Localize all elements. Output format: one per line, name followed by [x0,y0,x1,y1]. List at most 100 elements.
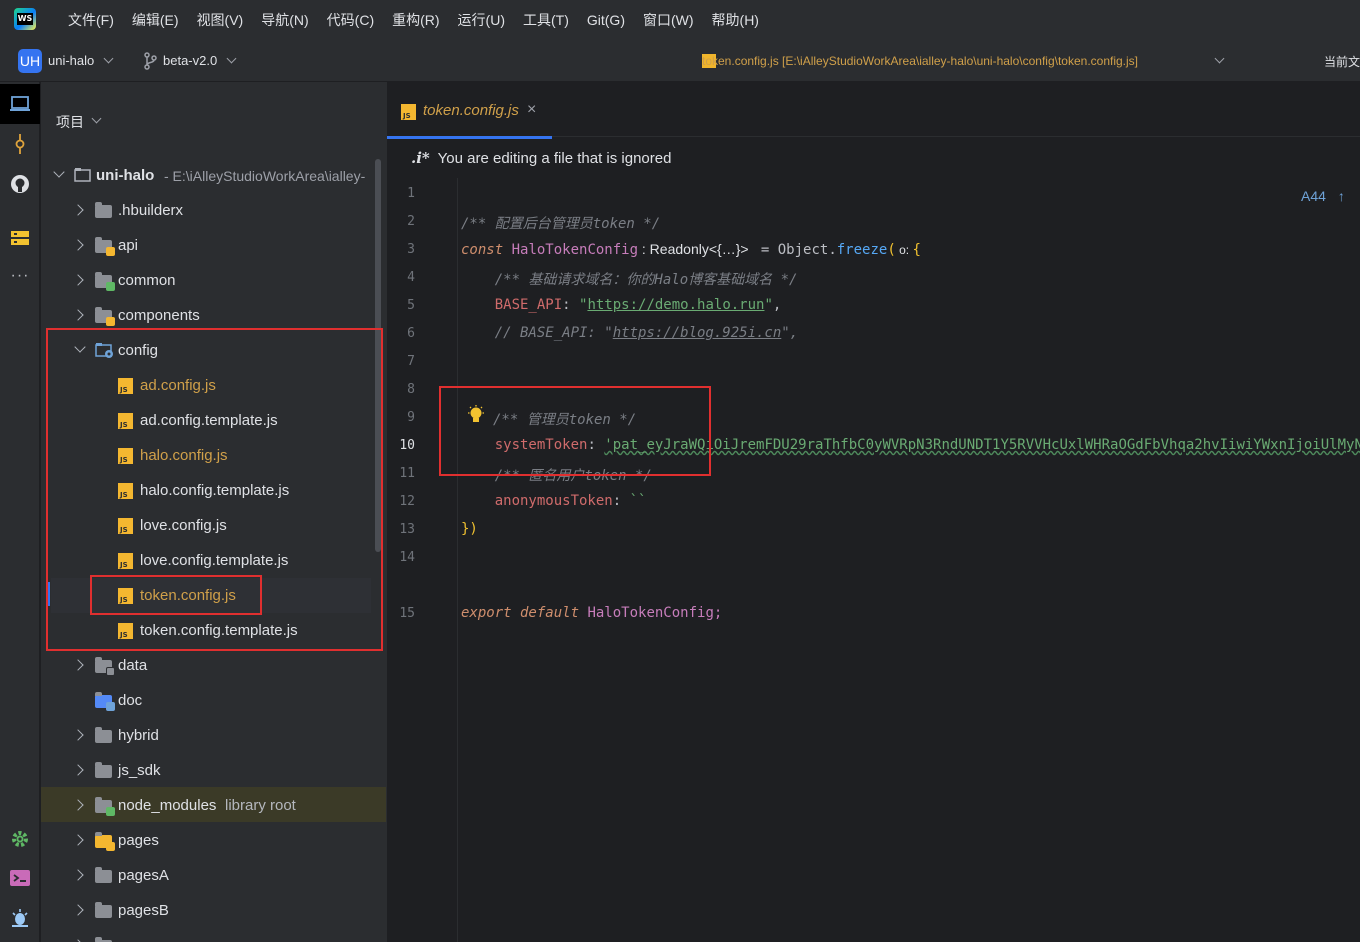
current-file-path[interactable]: token.config.js [E:\iAlleyStudioWorkArea… [702,54,1138,68]
url-link[interactable]: https://blog.925i.cn [613,325,782,341]
chevron-right-icon[interactable] [72,729,84,741]
tab-label: token.config.js [423,102,519,119]
github-icon[interactable] [8,172,32,196]
menu-window[interactable]: 窗口(W) [643,10,694,30]
chevron-right-icon[interactable] [72,799,84,811]
chevron-down-icon[interactable] [226,53,237,64]
arrow-up-icon[interactable]: ↑ [1338,188,1345,204]
problems-icon[interactable] [8,906,32,930]
colon: : [612,493,630,509]
project-tool-icon[interactable] [8,92,32,116]
commit-tool-icon[interactable] [8,132,32,156]
url-link[interactable]: https://demo.halo.run [587,297,764,313]
code-line-5: BASE_API: "https://demo.halo.run", [461,297,782,313]
line-number: 8 [407,382,415,397]
tree-label: pagesB [118,902,169,919]
folder-icon [95,657,115,676]
typo-icon: A [1301,188,1311,204]
notice-text: You are editing a file that is ignored [437,150,672,167]
inspection-widget[interactable]: A44 ↑ [1301,188,1345,204]
tree-item[interactable]: api [41,228,387,263]
folder-icon [95,867,112,883]
tree-item-library-root[interactable]: node_modules library root [41,788,387,823]
chevron-down-icon[interactable] [103,53,114,64]
menu-tools[interactable]: 工具(T) [523,10,569,30]
project-name[interactable]: uni-halo [48,53,94,68]
code-comment: // BASE_API: " [461,325,613,341]
chevron-down-icon[interactable] [1214,53,1225,64]
tree-label: node_modules [118,797,217,814]
tree-item[interactable]: js_sdk [41,753,387,788]
panel-title[interactable]: 项目 [56,112,84,132]
tabbar-divider [552,136,1360,137]
colon: : [562,297,580,313]
tree-root-uni-halo[interactable]: uni-halo - E:\iAlleyStudioWorkArea\ialle… [41,158,387,193]
settings-gear-icon[interactable] [8,827,32,851]
chevron-right-icon[interactable] [72,904,84,916]
tree-item[interactable]: common [41,263,387,298]
tree-item[interactable]: .hbuilderx [41,193,387,228]
more-tools-icon[interactable]: ··· [8,264,32,288]
tree-item[interactable]: pagesA [41,858,387,893]
chevron-down-icon[interactable] [91,113,102,124]
tree-item-partial[interactable] [41,928,387,942]
menu-run[interactable]: 运行(U) [458,10,505,30]
tree-item[interactable]: hybrid [41,718,387,753]
line-number: 14 [399,550,415,565]
folder-icon [95,902,112,918]
tree-label: js_sdk [118,762,161,779]
code-line-15: export default HaloTokenConfig; [461,605,722,621]
current-file-button[interactable]: 当前文 [1324,53,1360,70]
string-quote: " [764,297,773,313]
chevron-down-icon[interactable] [53,166,65,178]
close-icon[interactable]: × [527,101,536,119]
menu-help[interactable]: 帮助(H) [712,10,759,30]
webstorm-logo-icon[interactable] [14,8,36,30]
identifier: Object [777,242,829,258]
typo-count: 44 [1310,188,1326,204]
code-editor[interactable]: token.config.js × .i* You are editing a … [387,82,1360,942]
chevron-right-icon[interactable] [72,239,84,251]
chevron-right-icon[interactable] [72,834,84,846]
project-panel: 项目 uni-halo - E:\iAlleyStudioWorkArea\ia… [41,82,387,942]
chevron-right-icon[interactable] [72,764,84,776]
editor-tab[interactable]: token.config.js × [387,82,552,139]
menu-edit[interactable]: 编辑(E) [132,10,179,30]
menu-navigate[interactable]: 导航(N) [261,10,308,30]
services-tool-icon[interactable] [8,226,32,250]
line-number: 11 [399,466,415,481]
tree-item[interactable]: pages [41,823,387,858]
ignored-file-notice: .i* You are editing a file that is ignor… [411,149,671,167]
tree-item[interactable]: data [41,648,387,683]
chevron-right-icon[interactable] [72,869,84,881]
folder-icon [95,797,115,816]
chevron-right-icon[interactable] [72,659,84,671]
menu-code[interactable]: 代码(C) [327,10,374,30]
menu-file[interactable]: 文件(F) [68,10,114,30]
chevron-right-icon[interactable] [72,204,84,216]
code-line-12: anonymousToken: `` [461,493,647,509]
code-line-2: /** 配置后台管理员token */ [461,213,660,233]
keyword: default [511,605,580,621]
active-tab-indicator [387,136,552,139]
line-number: 3 [407,242,415,257]
main-toolbar: UH uni-halo beta-v2.0 token.config.js [E… [0,40,1360,82]
chevron-right-icon[interactable] [72,309,84,321]
terminal-icon[interactable] [8,866,32,890]
branch-name[interactable]: beta-v2.0 [163,53,217,68]
menu-git[interactable]: Git(G) [587,12,625,28]
tree-item[interactable]: doc [41,683,387,718]
menu-refactor[interactable]: 重构(R) [392,10,439,30]
git-branch-icon[interactable] [143,52,157,70]
type-hint: : Readonly<{…}> [638,241,753,257]
ignored-file-icon: .i* [411,149,430,167]
menu-bar: 文件(F) 编辑(E) 视图(V) 导航(N) 代码(C) 重构(R) 运行(U… [0,0,1360,40]
folder-icon [95,692,115,711]
identifier: HaloTokenConfig [503,242,639,258]
chevron-right-icon[interactable] [72,274,84,286]
line-number-current: 10 [399,438,415,453]
project-avatar[interactable]: UH [18,49,42,73]
menu-view[interactable]: 视图(V) [197,10,244,30]
folder-icon [95,202,112,218]
tree-item[interactable]: pagesB [41,893,387,928]
